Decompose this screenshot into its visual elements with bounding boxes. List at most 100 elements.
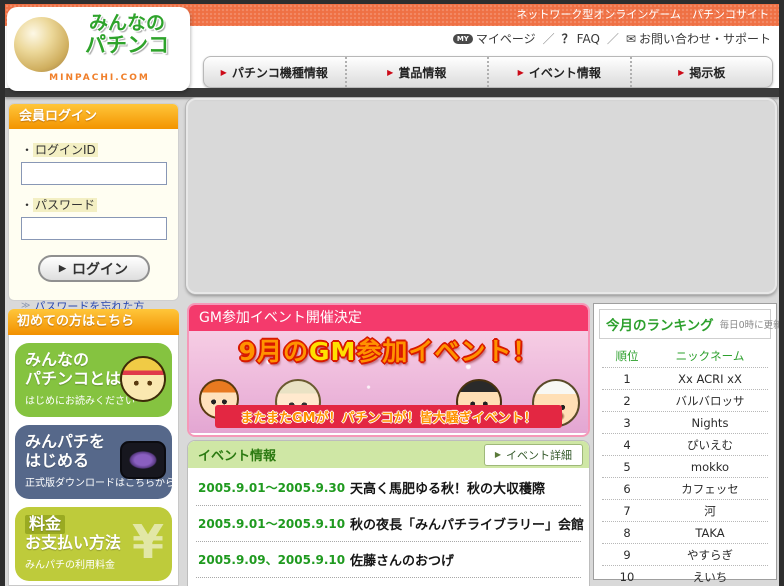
support-label: お問い合わせ・サポート — [639, 30, 771, 47]
nav-tab-label: 掲示板 — [689, 64, 725, 81]
support-link[interactable]: ✉ お問い合わせ・サポート — [626, 30, 771, 47]
nav-arrow-icon: ▶ — [221, 68, 227, 77]
mypage-label: マイページ — [476, 30, 536, 47]
event-row[interactable]: 2005.9.01～2005.9.10 秋の夜長「みんパチライブラリー」会館 — [196, 506, 581, 542]
nav-tab-label: 賞品情報 — [398, 64, 446, 81]
bullet-icon: ・ — [21, 198, 33, 212]
gm-event-banner[interactable]: 9月のGM参加イベント！ またまたGMが！パチンコが！皆大騒ぎイベント！ — [189, 331, 588, 433]
card-about-minpachi[interactable]: みんなの パチンコとは はじめにお読みください — [15, 343, 172, 417]
yen-icon: ¥ — [132, 519, 164, 565]
ranking-row[interactable]: 4 ぴいえむ — [602, 434, 768, 456]
login-button[interactable]: ▶ ログイン — [38, 255, 150, 282]
ranking-row[interactable]: 1 Xx ACRI xX — [602, 368, 768, 390]
ranking-row[interactable]: 9 やすらぎ — [602, 544, 768, 566]
logo-domain: MINPACHI.COM — [17, 73, 182, 83]
nav-arrow-icon: ▶ — [678, 68, 684, 77]
nav-tab-label: パチンコ機種情報 — [232, 64, 328, 81]
password-input[interactable] — [21, 217, 167, 240]
rank-number: 5 — [602, 460, 652, 474]
rank-number: 9 — [602, 548, 652, 562]
rank-nickname: Nights — [652, 416, 768, 430]
rank-number: 1 — [602, 372, 652, 386]
nav-arrow-icon: ▶ — [518, 68, 524, 77]
ranking-table: 順位 ニックネーム 1 Xx ACRI xX 2 バルバロッサ 3 Nights… — [602, 344, 768, 586]
event-info-title: イベント情報 — [198, 445, 276, 464]
login-form: ・ログインID ・パスワード ▶ ログイン ≫ パスワードを忘れた方 — [9, 129, 178, 314]
mypage-link[interactable]: MY マイページ — [453, 30, 536, 47]
card-start-minpachi[interactable]: みんパチを はじめる 正式版ダウンロードはこちらから — [15, 425, 172, 499]
ranking-row[interactable]: 7 河 — [602, 500, 768, 522]
rank-number: 10 — [602, 570, 652, 584]
ranking-title: 今月のランキング — [606, 314, 714, 334]
nav-tab-prizes[interactable]: ▶ 賞品情報 — [345, 57, 488, 87]
event-title-text: 佐藤さんのおつげ — [350, 550, 454, 569]
ranking-row[interactable]: 2 バルバロッサ — [602, 390, 768, 412]
event-row[interactable]: 2005.9.01～2005.9.30 天高く馬肥ゆる秋！秋の大収穫際 — [196, 470, 581, 506]
ranking-row[interactable]: 5 mokko — [602, 456, 768, 478]
card-fees-payment[interactable]: 料金 お支払い方法 みんパチの利用料金 ¥ — [15, 507, 172, 581]
banner-subtitle: またまたGMが！パチンコが！皆大騒ぎイベント！ — [215, 405, 562, 428]
rank-number: 3 — [602, 416, 652, 430]
nav-tab-label: イベント情報 — [529, 64, 601, 81]
page-inner: ネットワーク型オンラインゲーム パチンコサイト MY マイページ ／ ？ FAQ… — [5, 4, 779, 586]
ranking-row[interactable]: 3 Nights — [602, 412, 768, 434]
ranking-row[interactable]: 8 TAKA — [602, 522, 768, 544]
rank-nickname: カフェッセ — [652, 481, 768, 497]
login-arrow-icon: ▶ — [59, 263, 66, 274]
event-title-text: 天高く馬肥ゆる秋！秋の大収穫際 — [350, 478, 545, 497]
tagline-text: ネットワーク型オンラインゲーム パチンコサイト — [516, 8, 769, 21]
nav-tab-machines[interactable]: ▶ パチンコ機種情報 — [204, 57, 345, 87]
nav-arrow-icon: ▶ — [387, 68, 393, 77]
ranking-header: 今月のランキング 毎日0時に更新 — [599, 309, 771, 339]
password-label: ・パスワード — [21, 196, 166, 213]
login-id-input[interactable] — [21, 162, 167, 185]
rank-nickname: ぴいえむ — [652, 437, 768, 453]
faq-label: FAQ — [577, 32, 600, 46]
rank-nickname: 河 — [652, 503, 768, 519]
login-button-row: ▶ ログイン — [21, 255, 166, 282]
ranking-row[interactable]: 6 カフェッセ — [602, 478, 768, 500]
girl-character-icon — [120, 356, 166, 402]
ranking-row[interactable]: 10 えいち — [602, 566, 768, 586]
rank-nickname: えいち — [652, 569, 768, 585]
rank-number: 4 — [602, 438, 652, 452]
nav-tab-events[interactable]: ▶ イベント情報 — [487, 57, 630, 87]
rank-nickname: TAKA — [652, 526, 768, 540]
login-panel-title: 会員ログイン — [9, 104, 178, 129]
page: ネットワーク型オンラインゲーム パチンコサイト MY マイページ ／ ？ FAQ… — [0, 0, 784, 586]
rank-nickname: mokko — [652, 460, 768, 474]
event-date: 2005.9.01～2005.9.30 — [198, 479, 350, 496]
event-rows: 2005.9.01～2005.9.30 天高く馬肥ゆる秋！秋の大収穫際 2005… — [188, 468, 589, 586]
login-panel: 会員ログイン ・ログインID ・パスワード ▶ ログイン ≫ パスワードを忘れた… — [8, 103, 179, 301]
utility-separator: ／ — [543, 30, 555, 47]
ranking-update-note: 毎日0時に更新 — [720, 317, 779, 331]
site-logo[interactable]: みんなの パチンコ MINPACHI.COM — [7, 7, 190, 91]
event-row[interactable]: 2005.9.11～2005.9.19 店長を捕まえろ！ — [196, 578, 581, 586]
event-date: 2005.9.01～2005.9.10 — [198, 515, 350, 532]
logo-line1: みんなの — [67, 13, 187, 34]
rank-number: 7 — [602, 504, 652, 518]
main-navbar: ▶ パチンコ機種情報 ▶ 賞品情報 ▶ イベント情報 ▶ 掲示板 — [203, 56, 773, 88]
faq-link[interactable]: ？ FAQ — [562, 30, 600, 47]
login-button-label: ログイン — [72, 259, 128, 279]
event-detail-button[interactable]: ▶ イベント詳細 — [484, 444, 583, 466]
first-time-title: 初めての方はこちら — [8, 309, 179, 335]
event-date: 2005.9.09、2005.9.10 — [198, 551, 350, 568]
gm-event-panel: GM参加イベント開催決定 9月のGM参加イベント！ またまたGMが！パチンコが！… — [187, 303, 590, 437]
login-id-label: ・ログインID — [21, 141, 166, 158]
rank-nickname: やすらぎ — [652, 547, 768, 563]
rank-number: 6 — [602, 482, 652, 496]
fee-badge: 料金 — [25, 515, 65, 534]
pearl-logo-icon — [14, 17, 69, 72]
rank-number: 2 — [602, 394, 652, 408]
my-icon: MY — [453, 34, 473, 44]
ranking-panel: 今月のランキング 毎日0時に更新 順位 ニックネーム 1 Xx ACRI xX … — [593, 303, 777, 580]
first-time-body: みんなの パチンコとは はじめにお読みください みんパチを はじめる 正式版ダウ… — [8, 335, 179, 586]
event-title-text: 秋の夜長「みんパチライブラリー」会館 — [350, 514, 584, 533]
question-icon: ？ — [562, 30, 574, 47]
nav-tab-board[interactable]: ▶ 掲示板 — [630, 57, 773, 87]
bullet-icon: ・ — [21, 143, 33, 157]
event-row[interactable]: 2005.9.09、2005.9.10 佐藤さんのおつげ — [196, 542, 581, 578]
first-time-panel: 初めての方はこちら みんなの パチンコとは はじめにお読みください みんパチを … — [8, 309, 179, 586]
banner-title: 9月のGM参加イベント！ — [189, 339, 588, 364]
